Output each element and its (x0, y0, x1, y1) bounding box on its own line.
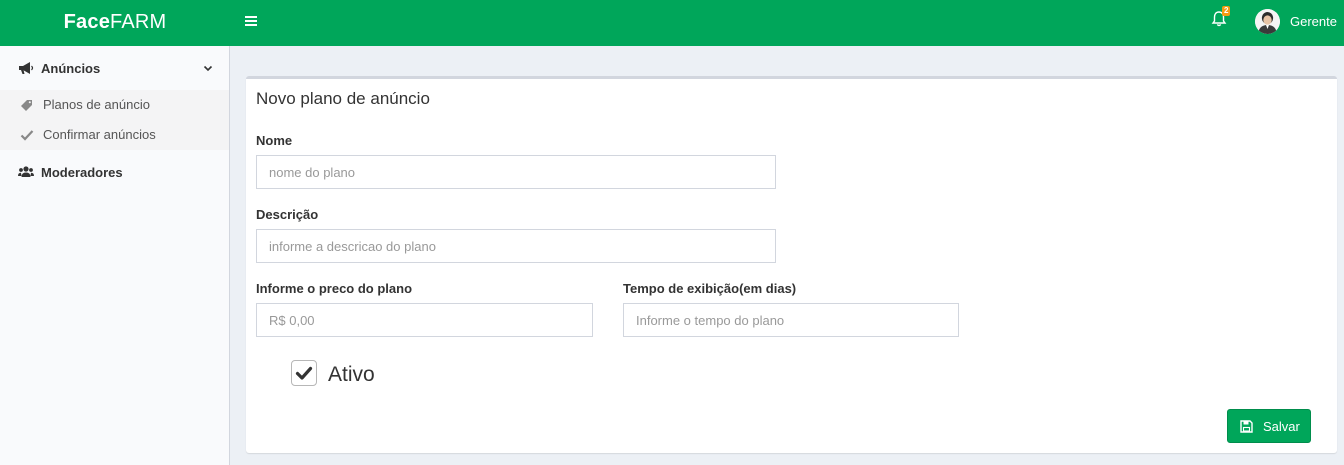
sidebar: Anúncios Planos de anúncio Confirmar anú… (0, 46, 230, 465)
sidebar-item-label: Anúncios (41, 61, 101, 76)
preco-label: Informe o preco do plano (256, 281, 413, 296)
notification-badge: 2 (1222, 6, 1231, 16)
user-avatar[interactable] (1255, 9, 1280, 34)
sidebar-item-confirmar-anuncios[interactable]: Confirmar anúncios (0, 120, 229, 150)
chevron-down-icon[interactable] (202, 62, 214, 74)
sidebar-item-label: Moderadores (41, 165, 123, 180)
user-name[interactable]: Gerente (1290, 14, 1337, 29)
top-navbar: FaceFARM 2 Gerente (0, 0, 1344, 46)
app-logo[interactable]: FaceFARM (0, 0, 230, 46)
nome-label: Nome (256, 133, 293, 148)
sidebar-subitem-label: Planos de anúncio (43, 97, 150, 112)
descricao-input[interactable] (256, 229, 776, 263)
page-title: Novo plano de anúncio (256, 89, 430, 108)
sidebar-item-anuncios[interactable]: Anúncios (0, 46, 229, 90)
nome-input[interactable] (256, 155, 776, 189)
sidebar-item-planos-de-anuncio[interactable]: Planos de anúncio (0, 90, 229, 120)
sidebar-item-moderadores[interactable]: Moderadores (0, 150, 229, 194)
checkmark-icon (295, 366, 313, 380)
preco-input[interactable] (256, 303, 593, 337)
users-icon (18, 166, 34, 177)
ativo-label[interactable]: Ativo (328, 363, 375, 387)
sidebar-toggle-hamburger-icon[interactable] (243, 14, 259, 30)
tempo-label: Tempo de exibição(em dias) (623, 281, 797, 296)
save-icon (1240, 420, 1253, 433)
anuncios-submenu: Planos de anúncio Confirmar anúncios (0, 90, 229, 150)
tempo-input[interactable] (623, 303, 959, 337)
new-ad-plan-form: Novo plano de anúncio Nome Descrição Inf… (246, 76, 1337, 453)
save-button[interactable]: Salvar (1227, 409, 1311, 443)
descricao-label: Descrição (256, 207, 319, 222)
megaphone-icon (19, 62, 34, 74)
check-icon (20, 130, 34, 141)
sidebar-subitem-label: Confirmar anúncios (43, 127, 156, 142)
tag-icon (21, 100, 32, 111)
ativo-checkbox[interactable] (291, 360, 317, 386)
